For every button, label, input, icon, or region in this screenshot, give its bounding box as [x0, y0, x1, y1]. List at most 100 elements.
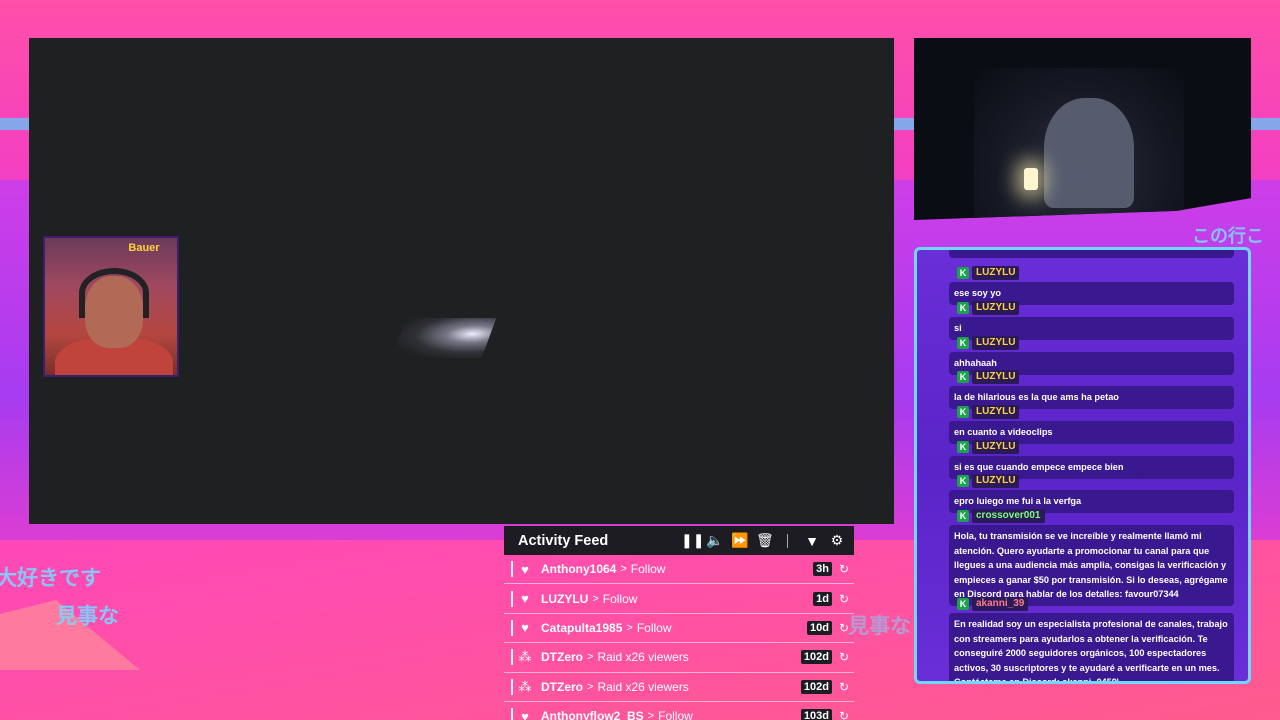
feed-age: 103d: [800, 709, 832, 720]
heart-icon: ♥: [521, 620, 529, 636]
raid-icon: ⁂: [518, 678, 532, 694]
feed-row-marker: [511, 561, 513, 578]
trash-icon[interactable]: 🗑: [756, 532, 774, 549]
feed-row-marker: [511, 678, 513, 695]
chat-message: K LUZYLU en cuanto a videoclips: [949, 405, 1234, 444]
replay-icon[interactable]: ↻: [839, 621, 849, 635]
replay-icon[interactable]: ↻: [839, 592, 849, 606]
chat-message: K LUZYLU ese soy yo: [949, 266, 1234, 305]
secondary-camera: [914, 38, 1251, 220]
mod-badge-icon: K: [957, 475, 969, 487]
chat-username[interactable]: LUZYLU: [972, 405, 1020, 419]
lamp-icon: [1024, 168, 1038, 190]
feed-row[interactable]: ♥ Anthonyflow2_BS > Follow 103d ↻: [504, 702, 854, 720]
feed-age: 3h: [813, 562, 832, 577]
replay-icon[interactable]: ↻: [839, 709, 849, 720]
chat-message: Kcrossover001 Hola, tu transmisión se ve…: [949, 509, 1234, 606]
activity-feed-header: Activity Feed ❚❚ 🔈 ⏩ 🗑 ▼ ⚙: [504, 526, 854, 555]
volume-icon[interactable]: 🔈: [706, 532, 723, 549]
feed-row-marker: [511, 590, 513, 607]
chat-message: K LUZYLU si es que cuando empece empece b…: [949, 440, 1234, 479]
camera-person: [1044, 98, 1134, 208]
chevron-right-icon: >: [587, 680, 594, 693]
activity-feed: Activity Feed ❚❚ 🔈 ⏩ 🗑 ▼ ⚙ ♥ Anthony1064…: [504, 526, 854, 720]
neon-sign: Bauer: [128, 242, 160, 254]
feed-username: Anthonyflow2_BS: [541, 709, 644, 720]
feed-event: Raid x26 viewers: [597, 679, 689, 694]
game-light-glow: [391, 318, 497, 358]
feed-username: Anthony1064: [541, 562, 617, 577]
chevron-right-icon: >: [626, 621, 633, 634]
feed-age: 102d: [800, 650, 832, 665]
chat-message-text: Hola, tu transmisión se ve increíble y r…: [949, 525, 1234, 606]
mod-badge-icon: K: [957, 371, 969, 383]
feed-event: Follow: [658, 709, 693, 720]
mod-badge-icon: K: [957, 406, 969, 418]
chat-username[interactable]: LUZYLU: [972, 266, 1020, 280]
mod-badge-icon: K: [957, 441, 969, 453]
chat-top-strip: [949, 250, 1234, 258]
facecam: Bauer: [43, 236, 179, 377]
chat-message: K LUZYLU la de hilarious es la que ams ha…: [949, 370, 1234, 409]
replay-icon[interactable]: ↻: [839, 650, 849, 664]
skip-icon[interactable]: ⏩: [731, 532, 748, 549]
feed-row[interactable]: ⁂ DTZero > Raid x26 viewers 102d ↻: [504, 673, 854, 702]
feed-age: 10d: [807, 620, 832, 635]
chat-username[interactable]: LUZYLU: [972, 440, 1020, 454]
heart-icon: ♥: [521, 708, 529, 720]
feed-row[interactable]: ♥ LUZYLU > Follow 1d ↻: [504, 584, 854, 614]
activity-feed-title: Activity Feed: [518, 532, 609, 549]
chat-message-text: En realidad soy un especialista profesio…: [949, 613, 1234, 681]
chevron-right-icon: >: [592, 592, 599, 605]
chat-username[interactable]: LUZYLU: [972, 474, 1020, 488]
chat-message: K LUZYLU ahhahaah: [949, 336, 1234, 375]
feed-divider: [787, 533, 788, 548]
chat-username[interactable]: akanni_39: [972, 597, 1029, 611]
feed-row-marker: [511, 619, 513, 636]
heart-icon: ♥: [521, 561, 529, 577]
japanese-text-left-1: 大好きです: [0, 566, 101, 590]
headset-icon: [79, 268, 149, 318]
chat-username[interactable]: LUZYLU: [972, 370, 1020, 384]
chat-panel[interactable]: K LUZYLU ese soy yo K LUZYLU si K LUZYLU ah…: [914, 247, 1251, 684]
japanese-text-mid: 見事な: [848, 614, 911, 638]
feed-row-marker: [511, 708, 513, 720]
gear-icon[interactable]: ⚙: [830, 532, 844, 549]
chevron-right-icon: >: [587, 651, 594, 664]
feed-row[interactable]: ♥ Anthony1064 > Follow 3h ↻: [504, 555, 854, 585]
feed-age: 1d: [813, 591, 832, 606]
feed-event: Follow: [602, 591, 638, 606]
feed-event: Follow: [630, 562, 666, 577]
chat-username[interactable]: crossover001: [972, 509, 1045, 523]
heart-icon: ♥: [521, 591, 529, 607]
feed-row[interactable]: ♥ Catapulta1985 > Follow 10d ↻: [504, 614, 854, 644]
feed-row-marker: [511, 649, 513, 666]
mod-badge-icon: K: [957, 510, 969, 522]
mod-badge-icon: K: [957, 337, 969, 349]
feed-event: Raid x26 viewers: [597, 650, 689, 665]
filter-icon[interactable]: ▼: [805, 533, 819, 549]
chat-username[interactable]: LUZYLU: [972, 301, 1020, 315]
chat-username[interactable]: LUZYLU: [972, 336, 1020, 350]
feed-event: Follow: [636, 620, 672, 635]
replay-icon[interactable]: ↻: [839, 562, 849, 576]
feed-username: DTZero: [541, 650, 583, 665]
background-shape: [0, 600, 140, 670]
replay-icon[interactable]: ↻: [839, 680, 849, 694]
feed-username: DTZero: [541, 679, 583, 694]
mod-badge-icon: K: [957, 302, 969, 314]
chevron-right-icon: >: [620, 563, 627, 576]
feed-row[interactable]: ⁂ DTZero > Raid x26 viewers 102d ↻: [504, 643, 854, 673]
raid-icon: ⁂: [518, 649, 532, 665]
japanese-text-right: この行こ: [1192, 226, 1264, 247]
mod-badge-icon: K: [957, 598, 969, 610]
pause-icon[interactable]: ❚❚: [681, 532, 704, 549]
chat-message: K LUZYLU epro luiego me fui a la verfga: [949, 474, 1234, 513]
feed-username: LUZYLU: [541, 591, 589, 606]
feed-username: Catapulta1985: [541, 620, 623, 635]
chevron-right-icon: >: [647, 710, 655, 720]
feed-age: 102d: [800, 679, 832, 694]
japanese-text-left-2: 見事な: [56, 604, 119, 628]
mod-badge-icon: K: [957, 267, 969, 279]
chat-message: K LUZYLU si: [949, 301, 1234, 340]
